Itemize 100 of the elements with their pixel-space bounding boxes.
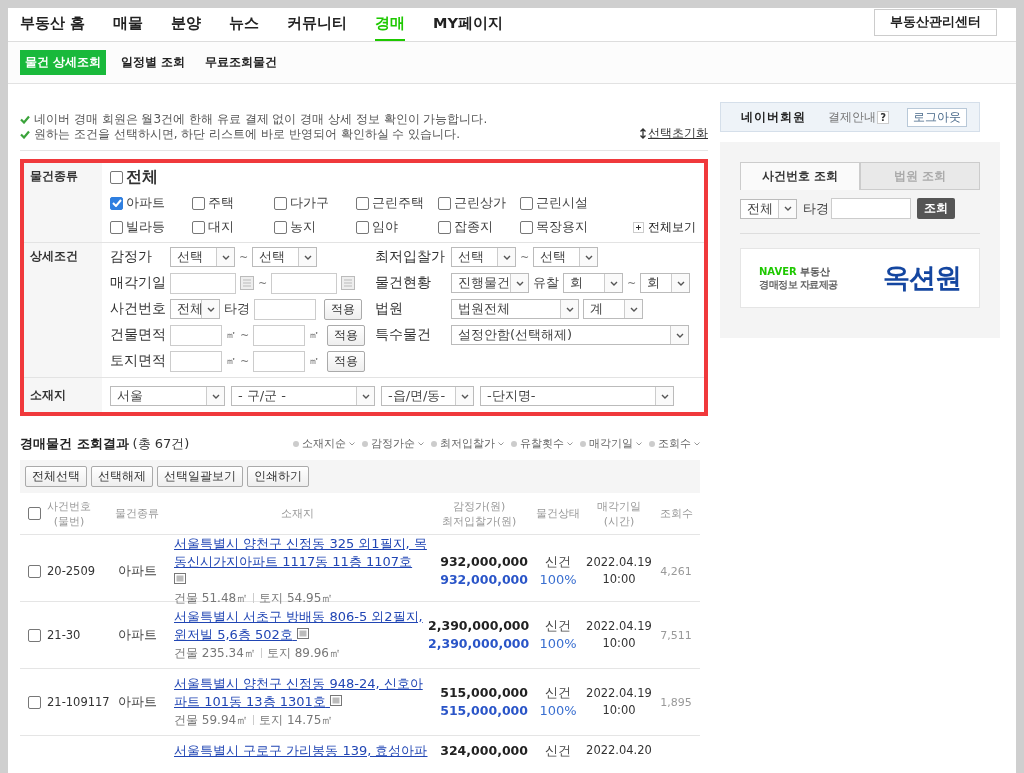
sort-option[interactable]: 유찰횟수 xyxy=(511,437,573,451)
nav-tab[interactable]: 매물 xyxy=(113,8,144,41)
help-button[interactable]: ? xyxy=(877,110,889,124)
column-header: 매각기일 (시간) xyxy=(596,498,642,529)
checkbox[interactable] xyxy=(28,507,41,520)
nav-tab[interactable]: 뉴스 xyxy=(229,8,260,41)
checkbox[interactable] xyxy=(28,695,41,709)
action-button[interactable]: 선택일괄보기 xyxy=(157,466,243,487)
view-count: 4,261 xyxy=(659,564,693,578)
sub-tab[interactable]: 일정별 조회 xyxy=(116,50,191,75)
caret-icon xyxy=(609,280,618,286)
logout-button[interactable]: 로그아웃 xyxy=(907,107,967,127)
checkbox[interactable] xyxy=(110,171,123,184)
nav-tab[interactable]: 커뮤니티 xyxy=(287,8,348,41)
column-header: 물건상태 xyxy=(535,506,581,521)
dropdown[interactable]: -단지명- xyxy=(480,386,674,406)
caret-icon xyxy=(676,280,685,286)
reset-link[interactable]: 선택초기화 xyxy=(639,126,708,141)
dropdown[interactable]: 선택 xyxy=(252,247,318,267)
dropdown[interactable]: 선택 xyxy=(451,247,516,267)
address-link[interactable]: 서울특별시 양천구 신정동 948-24, 신호아파트 101동 13층 1301호 xyxy=(174,675,428,711)
sort-option[interactable]: 조회수 xyxy=(649,437,700,451)
dropdown[interactable]: 선택 xyxy=(170,247,235,267)
field-label: 건물면적 xyxy=(110,326,166,344)
checkbox[interactable] xyxy=(192,220,205,234)
caret-icon xyxy=(636,442,642,446)
checkbox[interactable] xyxy=(438,196,451,210)
nav-tab[interactable]: 부동산 홈 xyxy=(20,8,86,41)
results-title: 경매물건 조회결과 xyxy=(20,435,129,453)
input-field[interactable] xyxy=(831,198,911,219)
apply-button[interactable]: 적용 xyxy=(327,324,366,346)
status-text: 신건 xyxy=(544,617,572,635)
show-all-link[interactable]: 전체보기 xyxy=(633,218,696,236)
checkbox[interactable] xyxy=(28,564,41,578)
action-button[interactable]: 인쇄하기 xyxy=(247,466,309,487)
dropdown[interactable]: 설정안함(선택해제) xyxy=(451,325,689,345)
dropdown[interactable]: 전체 xyxy=(170,299,220,319)
checkbox[interactable] xyxy=(356,220,369,234)
address-link[interactable]: 서울특별시 구로구 가리봉동 139, 효성아파 xyxy=(174,742,428,760)
checkbox[interactable] xyxy=(110,220,123,234)
dropdown[interactable]: - 구/군 - xyxy=(231,386,375,406)
dropdown[interactable]: 선택 xyxy=(533,247,599,267)
ratio-text: 100% xyxy=(538,702,578,720)
date-field[interactable] xyxy=(170,272,236,294)
field-label: 특수물건 xyxy=(375,326,432,344)
table-cell-text: 아파트 xyxy=(116,562,158,580)
dropdown[interactable]: 진행물건 xyxy=(451,273,529,293)
sub-tab[interactable]: 무료조회물건 xyxy=(200,50,283,75)
address-link[interactable]: 서울특별시 서초구 방배동 806-5 외2필지, 윈저빌 5,6층 502호 xyxy=(174,608,428,644)
input-field[interactable] xyxy=(254,298,316,320)
checkbox-label: 대지 xyxy=(208,218,234,236)
nav-tab[interactable]: MY페이지 xyxy=(433,8,503,41)
minimum-price: 515,000,000 xyxy=(439,702,528,720)
checkbox[interactable] xyxy=(520,220,533,234)
checkbox[interactable] xyxy=(192,196,205,210)
checkbox[interactable] xyxy=(274,220,287,234)
checkbox[interactable] xyxy=(520,196,533,210)
checkbox[interactable] xyxy=(438,220,451,234)
dropdown[interactable]: 계 xyxy=(583,299,643,319)
table-cell: 21-30 xyxy=(47,628,81,642)
appraisal-price: 324,000,000 xyxy=(439,742,528,760)
checkbox[interactable] xyxy=(110,196,123,210)
input-field[interactable] xyxy=(253,324,306,346)
center-button[interactable]: 부동산관리센터 xyxy=(874,9,997,36)
input-field[interactable] xyxy=(253,350,306,372)
table-cell: 20-2509 xyxy=(47,564,96,578)
sort-option[interactable]: 최저입찰가 xyxy=(431,437,504,451)
dropdown[interactable]: 서울 xyxy=(110,386,225,406)
checkbox[interactable] xyxy=(356,196,369,210)
range-separator: ~ xyxy=(239,250,249,264)
action-button[interactable]: 전체선택 xyxy=(25,466,87,487)
dropdown[interactable]: 회 xyxy=(640,273,691,293)
nav-tab[interactable]: 분양 xyxy=(171,8,202,41)
field-label: 토지면적 xyxy=(110,352,166,370)
apply-button[interactable]: 적용 xyxy=(324,298,362,320)
payment-link[interactable]: 결제안내 xyxy=(828,109,877,125)
caret-icon xyxy=(584,254,593,260)
dropdown[interactable]: 법원전체 xyxy=(451,299,579,319)
date-field[interactable] xyxy=(271,272,338,294)
search-tab[interactable]: 사건번호 조회 xyxy=(740,162,860,190)
dropdown[interactable]: 회 xyxy=(563,273,623,293)
search-button[interactable]: 조회 xyxy=(917,198,955,219)
sort-option[interactable]: 소재지순 xyxy=(293,437,355,451)
table-cell-text: 아파트 xyxy=(116,693,158,711)
table-cell-text: 아파트 xyxy=(116,626,158,644)
input-field[interactable] xyxy=(170,350,222,372)
checkbox-label: 아파트 xyxy=(126,194,165,212)
sort-option[interactable]: 매각기일 xyxy=(580,437,642,451)
dropdown[interactable]: 전체 xyxy=(740,198,797,219)
input-field[interactable] xyxy=(170,324,222,346)
dot-icon xyxy=(431,441,437,447)
field-label: 감정가 xyxy=(110,248,153,266)
column-header: 감정가(원) 최저입찰가(원) xyxy=(440,498,518,529)
checkbox[interactable] xyxy=(28,628,41,642)
sort-option[interactable]: 감정가순 xyxy=(362,437,424,451)
action-button[interactable]: 선택해제 xyxy=(91,466,153,487)
address-link[interactable]: 서울특별시 양천구 신정동 325 외1필지, 목동신시가지아파트 1117동 11층 1107호 xyxy=(174,535,428,589)
checkbox[interactable] xyxy=(274,196,287,210)
apply-button[interactable]: 적용 xyxy=(327,350,366,372)
dropdown[interactable]: -읍/면/동- xyxy=(381,386,474,406)
